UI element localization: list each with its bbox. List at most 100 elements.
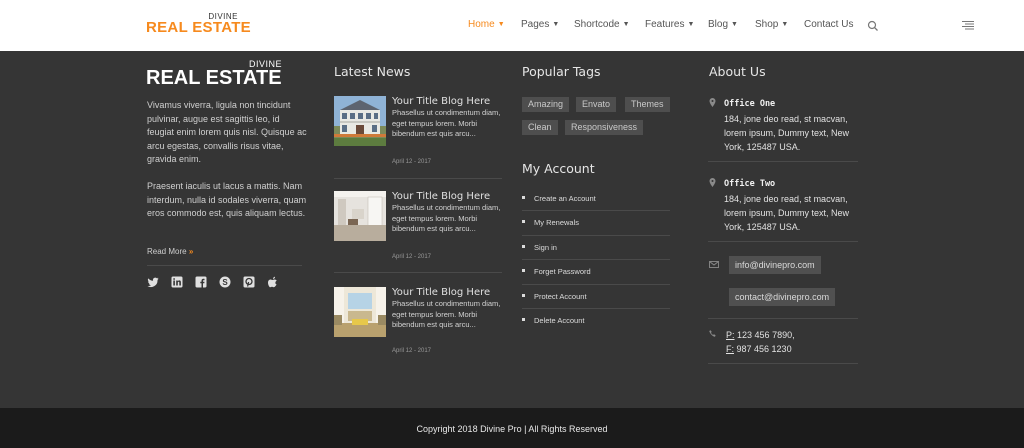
caret-down-icon: ▼ [731,21,738,28]
nav-home[interactable]: Home ▼ [468,19,505,30]
phone-number[interactable]: 123 456 7890, [737,330,795,340]
divider [522,235,670,236]
nav-shop[interactable]: Shop ▼ [755,19,788,30]
about-paragraph-2: Praesent iaculis ut lacus a mattis. Nam … [147,181,307,218]
account-link-renewals[interactable]: My Renewals [522,218,670,227]
account-link-label: Create an Account [534,194,596,203]
bullet-icon [522,269,525,272]
twitter-icon[interactable] [147,276,159,288]
fax-number: 987 456 1230 [736,344,792,354]
nav-blog-label: Blog [708,19,729,30]
popular-tags-heading: Popular Tags [522,64,601,79]
news-item: Your Title Blog Here Phasellus ut condim… [334,191,502,263]
latest-news-heading: Latest News [334,64,411,79]
news-item: Your Title Blog Here Phasellus ut condim… [334,287,502,359]
facebook-icon[interactable] [195,276,207,288]
office-one-name: Office One [724,99,776,109]
footer-logo[interactable]: DIVINE REAL ESTATE [146,59,286,91]
divider [708,241,858,242]
copyright-bar: Copyright 2018 Divine Pro | All Rights R… [0,408,1024,448]
news-date: April 12 - 2017 [392,348,432,354]
site-logo[interactable]: DIVINE REAL ESTATE [146,12,251,38]
logo-main-text: REAL ESTATE [146,19,251,36]
tag-clean[interactable]: Clean [522,120,558,135]
divider [522,210,670,211]
read-more-label: Read More [147,247,187,256]
phone-line: P: 123 456 7890, [726,330,795,340]
email-contact-link[interactable]: contact@divinepro.com [729,288,836,306]
news-excerpt: Phasellus ut condimentum diam, eget temp… [392,299,501,330]
news-date: April 12 - 2017 [392,159,432,165]
map-pin-icon [709,178,716,187]
tag-amazing[interactable]: Amazing [522,97,570,112]
copyright-text: Copyright 2018 Divine Pro | All Rights R… [416,424,608,434]
account-link-signin[interactable]: Sign in [522,243,670,252]
news-date: April 12 - 2017 [392,254,432,260]
divider [708,318,858,319]
email-info-link[interactable]: info@divinepro.com [729,256,821,274]
footer-logo-main-text: REAL ESTATE [146,67,282,89]
account-link-label: Sign in [534,243,557,252]
divider [334,178,502,179]
about-paragraph-1: Vivamus viverra, ligula non tincidunt pu… [147,100,307,164]
nav-shortcode-label: Shortcode [574,19,620,30]
nav-shortcode[interactable]: Shortcode ▼ [574,19,630,30]
divider [334,272,502,273]
news-thumbnail-house[interactable] [334,96,386,146]
map-pin-icon [709,98,716,107]
fax-label: F: [726,344,734,354]
phone-label: P: [726,330,735,340]
search-icon[interactable] [867,20,879,32]
account-link-create[interactable]: Create an Account [522,194,670,203]
nav-home-label: Home [468,19,495,30]
top-navbar: DIVINE REAL ESTATE Home ▼ Pages ▼ Shortcod… [0,0,1024,51]
skype-icon[interactable]: S [219,276,231,288]
news-excerpt: Phasellus ut condimentum diam, eget temp… [392,203,501,234]
news-title[interactable]: Your Title Blog Here [392,96,490,107]
nav-blog[interactable]: Blog ▼ [708,19,738,30]
bullet-icon [522,245,525,248]
tag-themes[interactable]: Themes [625,97,670,112]
news-excerpt: Phasellus ut condimentum diam, eget temp… [392,108,501,139]
caret-down-icon: ▼ [497,21,505,28]
nav-features[interactable]: Features ▼ [645,19,694,30]
caret-down-icon: ▼ [687,21,695,28]
news-thumbnail-kitchen[interactable] [334,287,386,337]
account-link-forget-password[interactable]: Forget Password [522,267,670,276]
account-link-protect[interactable]: Protect Account [522,292,670,301]
fax-line: F: 987 456 1230 [726,344,792,354]
bullet-icon [522,220,525,223]
account-link-label: Delete Account [534,316,585,325]
tag-responsiveness[interactable]: Responsiveness [565,120,644,135]
nav-contact-us[interactable]: Contact Us [804,19,853,30]
divider [708,363,858,364]
divider [522,259,670,260]
bullet-icon [522,318,525,321]
account-link-delete[interactable]: Delete Account [522,316,670,325]
phone-icon [709,330,716,337]
office-two-address: 184, jone deo read, st macvan, lorem ips… [724,194,850,232]
nav-features-label: Features [645,19,685,30]
divider [522,308,670,309]
nav-shop-label: Shop [755,19,779,30]
caret-down-icon: ▼ [781,21,789,28]
read-more-link[interactable]: Read More » [147,247,193,256]
nav-pages-label: Pages [521,19,550,30]
divider [522,284,670,285]
nav-pages[interactable]: Pages ▼ [521,19,559,30]
pinterest-icon[interactable] [243,276,255,288]
news-title[interactable]: Your Title Blog Here [392,287,490,298]
divider [708,161,858,162]
bullet-icon [522,196,525,199]
office-two-name: Office Two [724,179,776,189]
account-link-label: Forget Password [534,267,591,276]
about-us-heading: About Us [709,64,766,79]
tag-envato[interactable]: Envato [576,97,617,112]
my-account-heading: My Account [522,161,595,176]
news-item: Your Title Blog Here Phasellus ut condim… [334,96,502,168]
news-thumbnail-interior[interactable] [334,191,386,241]
linkedin-icon[interactable] [171,276,183,288]
apple-icon[interactable] [267,276,279,288]
hamburger-menu-icon[interactable] [962,20,974,31]
news-title[interactable]: Your Title Blog Here [392,191,490,202]
